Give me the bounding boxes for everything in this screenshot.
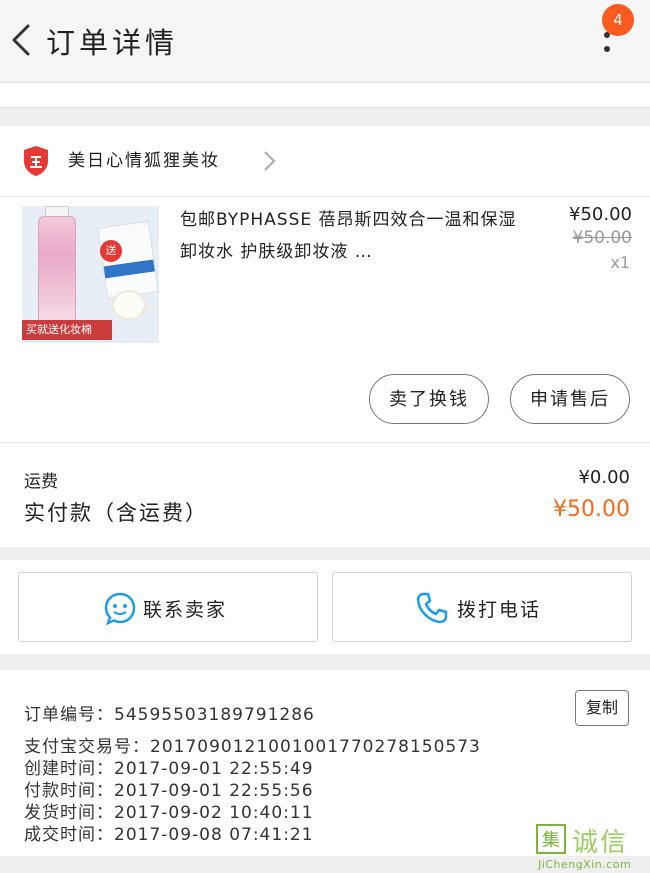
- chevron-right-icon: [264, 151, 276, 171]
- order-number: 订单编号：545955031897912​86: [24, 705, 315, 725]
- shop-name[interactable]: 美日心情狐狸美妆: [68, 146, 220, 171]
- product-thumbnail[interactable]: 送 买就送化妆棉: [22, 206, 159, 343]
- shipping-label: 运费: [24, 472, 58, 492]
- resell-button[interactable]: 卖了换钱: [369, 374, 489, 424]
- notification-badge[interactable]: 4: [602, 4, 634, 36]
- after-sale-button[interactable]: 申请售后: [510, 374, 630, 424]
- product-title[interactable]: 包邮BYPHASSE 蓓昂斯四效合一温和保湿卸妆水 护肤级卸妆液 …: [180, 204, 525, 268]
- shop-shield-icon: [24, 146, 48, 176]
- watermark: 集 诚信 JiChengXin.com: [532, 822, 650, 873]
- phone-icon: [416, 592, 448, 624]
- paid-value: ¥50.00: [553, 497, 630, 522]
- product-quantity: x1: [610, 253, 630, 272]
- page-title: 订单详情: [46, 26, 179, 60]
- order-item-card: 美日心情狐狸美妆 送 买就送化妆棉 包邮BYPHASSE 蓓昂斯四效合一温和保湿…: [0, 126, 650, 442]
- gift-tag: 送: [100, 240, 122, 262]
- watermark-mark: 集: [536, 824, 566, 854]
- collapsed-section-strip: [0, 83, 650, 108]
- product-price: ¥50.00: [569, 204, 632, 225]
- shipping-value: ¥0.00: [578, 467, 630, 488]
- call-phone-button[interactable]: 拨打电话: [332, 572, 632, 642]
- watermark-text: 诚信: [572, 828, 629, 858]
- paid-label: 实付款（含运费）: [24, 501, 208, 525]
- back-button[interactable]: [6, 20, 40, 60]
- totals-section: 运费 ¥0.00 实付款（含运费） ¥50.00: [0, 442, 650, 547]
- bottle-graphic: [38, 216, 76, 324]
- shop-header[interactable]: 美日心情狐狸美妆: [0, 126, 650, 197]
- completed-time: 成交时间：2017-09-08 07:41:21: [24, 825, 314, 845]
- promo-caption: 买就送化妆棉: [22, 320, 112, 340]
- cotton-pad-graphic: [114, 292, 144, 318]
- call-phone-label: 拨打电话: [457, 599, 542, 621]
- product-original-price: ¥50.00: [572, 228, 632, 248]
- copy-button[interactable]: 复制: [575, 690, 629, 726]
- chevron-left-icon: [12, 24, 30, 56]
- more-menu-button[interactable]: [598, 32, 616, 62]
- top-bar: 订单详情 4: [0, 0, 650, 83]
- chat-bubble-icon: [104, 592, 136, 625]
- watermark-url: JiChengXin.com: [538, 858, 632, 871]
- contact-seller-label: 联系卖家: [143, 599, 228, 621]
- contact-section: 联系卖家 拨打电话: [0, 560, 650, 654]
- contact-seller-button[interactable]: 联系卖家: [18, 572, 318, 642]
